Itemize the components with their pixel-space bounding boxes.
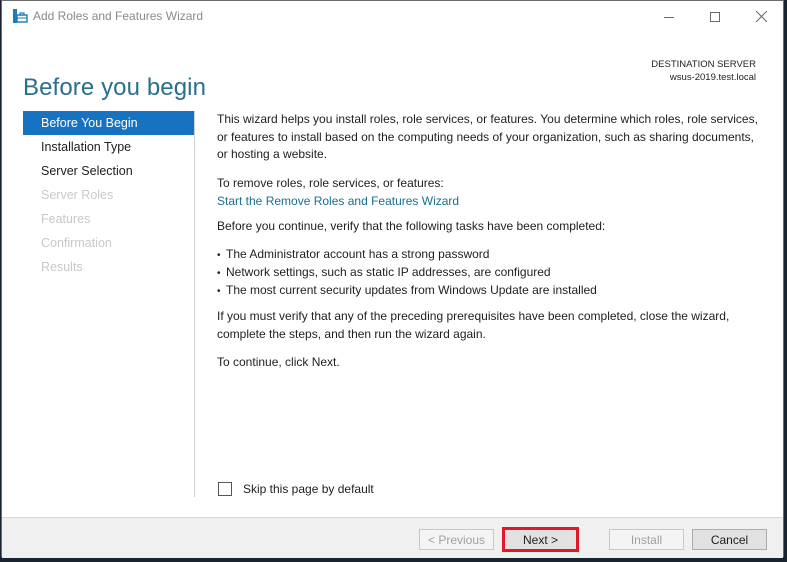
remove-roles-link[interactable]: Start the Remove Roles and Features Wiza… bbox=[217, 193, 459, 211]
next-button[interactable]: Next > bbox=[502, 527, 579, 552]
prerequisites-list: • The Administrator account has a strong … bbox=[217, 245, 597, 299]
server-manager-icon bbox=[12, 8, 28, 24]
wizard-window: Add Roles and Features Wizard Before you… bbox=[1, 0, 784, 558]
intro-text: This wizard helps you install roles, rol… bbox=[217, 112, 758, 161]
list-item-text: Network settings, such as static IP addr… bbox=[226, 265, 551, 279]
minimize-button[interactable] bbox=[646, 1, 692, 32]
verify-note: If you must verify that any of the prece… bbox=[217, 309, 730, 341]
destination-server-name: wsus-2019.test.local bbox=[669, 72, 756, 83]
nav-item-server-selection[interactable]: Server Selection bbox=[23, 159, 194, 183]
list-item-text: The Administrator account has a strong p… bbox=[226, 247, 490, 261]
list-item: • The Administrator account has a strong … bbox=[217, 245, 597, 263]
window-title: Add Roles and Features Wizard bbox=[33, 9, 204, 23]
button-bar: < Previous Next > Install Cancel bbox=[2, 517, 783, 558]
title-bar[interactable]: Add Roles and Features Wizard bbox=[2, 1, 783, 32]
maximize-button[interactable] bbox=[692, 1, 738, 32]
bullet-icon: • bbox=[217, 286, 221, 297]
continue-note: To continue, click Next. bbox=[217, 355, 340, 369]
list-item: • The most current security updates from … bbox=[217, 281, 597, 299]
nav-item-confirmation: Confirmation bbox=[41, 236, 112, 250]
previous-button[interactable]: < Previous bbox=[419, 529, 494, 550]
list-item-text: The most current security updates from W… bbox=[226, 283, 597, 297]
maximize-icon bbox=[710, 11, 720, 22]
wizard-steps-nav: Before You Begin Installation Type Serve… bbox=[23, 111, 195, 497]
remove-section: To remove roles, role services, or featu… bbox=[217, 175, 459, 210]
nav-item-before-you-begin[interactable]: Before You Begin bbox=[23, 111, 194, 135]
page-title: Before you begin bbox=[23, 74, 207, 102]
cancel-button[interactable]: Cancel bbox=[692, 529, 767, 550]
remove-label: To remove roles, role services, or featu… bbox=[217, 176, 444, 190]
nav-item-server-roles: Server Roles bbox=[41, 188, 114, 202]
verify-label: Before you continue, verify that the fol… bbox=[217, 219, 606, 233]
skip-page-option[interactable]: Skip this page by default bbox=[218, 482, 374, 496]
skip-page-checkbox[interactable] bbox=[218, 482, 232, 496]
destination-label: DESTINATION SERVER bbox=[651, 59, 756, 70]
destination-server-info: DESTINATION SERVER wsus-2019.test.local bbox=[651, 58, 756, 84]
close-button[interactable] bbox=[738, 1, 784, 32]
nav-item-results: Results bbox=[41, 260, 83, 274]
nav-item-installation-type[interactable]: Installation Type bbox=[23, 135, 194, 159]
list-item: • Network settings, such as static IP add… bbox=[217, 263, 597, 281]
close-icon bbox=[755, 11, 767, 22]
minimize-icon bbox=[664, 16, 674, 18]
install-button[interactable]: Install bbox=[609, 529, 684, 550]
nav-item-features: Features bbox=[41, 212, 91, 226]
skip-page-label: Skip this page by default bbox=[243, 482, 374, 496]
